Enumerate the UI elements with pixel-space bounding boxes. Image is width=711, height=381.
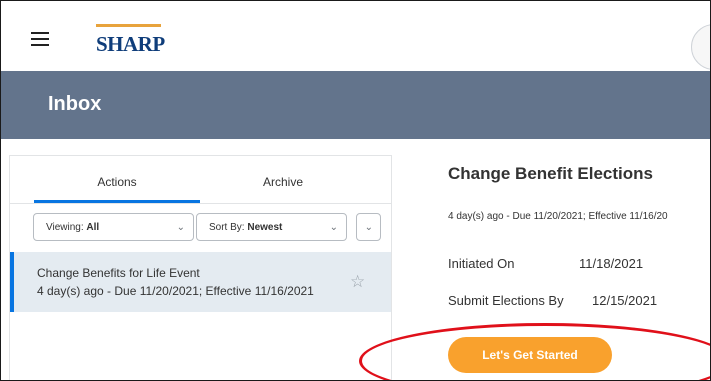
inbox-item-title: Change Benefits for Life Event	[37, 266, 200, 280]
viewing-value: All	[86, 222, 100, 233]
top-bar: SHARP	[1, 1, 710, 71]
page-title: Inbox	[48, 93, 102, 115]
chevron-down-icon: ⌄	[176, 222, 185, 233]
app-window: SHARP Inbox Actions Archive Viewing: All…	[0, 0, 711, 381]
viewing-label: Viewing:	[46, 222, 84, 233]
logo-accent-bar	[96, 24, 161, 27]
submit-elections-by-value: 12/15/2021	[592, 293, 658, 308]
lets-get-started-button[interactable]: Let's Get Started	[448, 337, 612, 373]
viewing-filter-dropdown[interactable]: Viewing: All ⌄	[33, 213, 194, 241]
sharp-logo[interactable]: SHARP	[96, 18, 176, 56]
detail-subtitle: 4 day(s) ago - Due 11/20/2021; Effective…	[448, 211, 668, 222]
page-header: Inbox	[1, 71, 710, 139]
submit-elections-by-label: Submit Elections By	[448, 293, 564, 308]
tab-actions[interactable]: Actions	[34, 156, 200, 204]
tab-archive[interactable]: Archive	[200, 156, 366, 204]
hamburger-menu-icon[interactable]	[31, 32, 49, 46]
sort-dropdown[interactable]: Sort By: Newest ⌄	[196, 213, 347, 241]
detail-title: Change Benefit Elections	[448, 164, 653, 183]
initiated-on-label: Initiated On	[448, 256, 515, 271]
star-icon[interactable]: ☆	[350, 272, 365, 292]
avatar[interactable]	[691, 24, 710, 70]
inbox-list-item[interactable]: Change Benefits for Life Event 4 day(s) …	[10, 252, 391, 312]
selected-item-indicator	[10, 252, 14, 312]
chevron-down-icon: ⌄	[364, 222, 373, 233]
logo-text: SHARP	[96, 32, 165, 56]
more-options-button[interactable]: ⌄	[356, 213, 381, 241]
initiated-on-value: 11/18/2021	[579, 256, 644, 271]
chevron-down-icon: ⌄	[329, 222, 338, 233]
inbox-item-subtitle: 4 day(s) ago - Due 11/20/2021; Effective…	[37, 284, 314, 298]
tab-divider	[10, 203, 391, 204]
sort-value: Newest	[247, 222, 283, 233]
inbox-list-panel: Actions Archive Viewing: All ⌄ Sort By: …	[9, 155, 392, 380]
sort-label: Sort By:	[209, 222, 245, 233]
